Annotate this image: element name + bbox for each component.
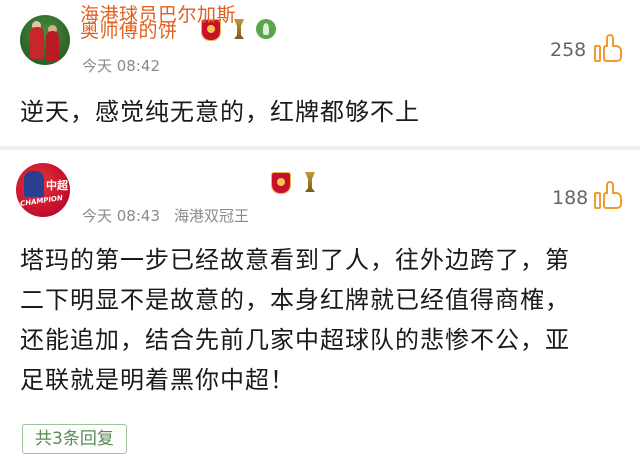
view-replies-button[interactable]: 共3条回复 [22,424,127,454]
comment-text-line: 足联就是明着黑你中超！ [20,366,295,394]
username[interactable]: 海港球员巴尔加斯 [80,0,236,27]
avatar[interactable]: 中超 CHAMPION [16,163,70,217]
comment-text-line: 还能追加，结合先前几家中超球队的悲惨不公，亚 [20,326,570,354]
like-count: 188 [552,187,589,209]
plant-icon [256,19,276,39]
comment-time: 今天 08:42 [82,57,160,75]
like-icon[interactable] [594,33,624,63]
avatar[interactable] [20,15,70,65]
comment-time: 今天 08:43 [82,207,160,225]
comment-text: 塔玛的第一步已经故意看到了人，往外边跨了，第 二下明显不是故意的，本身红牌就已经… [20,240,570,400]
team-crest-icon [271,172,291,194]
comment-text-line: 塔玛的第一步已经故意看到了人，往外边跨了，第 [20,246,570,274]
like-icon[interactable] [594,180,624,210]
comment-text: 逆天，感觉纯无意的，红牌都够不上 [20,98,420,126]
like-count: 258 [550,39,587,61]
comment-source: 海港双冠王 [174,207,250,225]
comment-text-line: 二下明显不是故意的，本身红牌就已经值得商榷， [20,286,570,314]
